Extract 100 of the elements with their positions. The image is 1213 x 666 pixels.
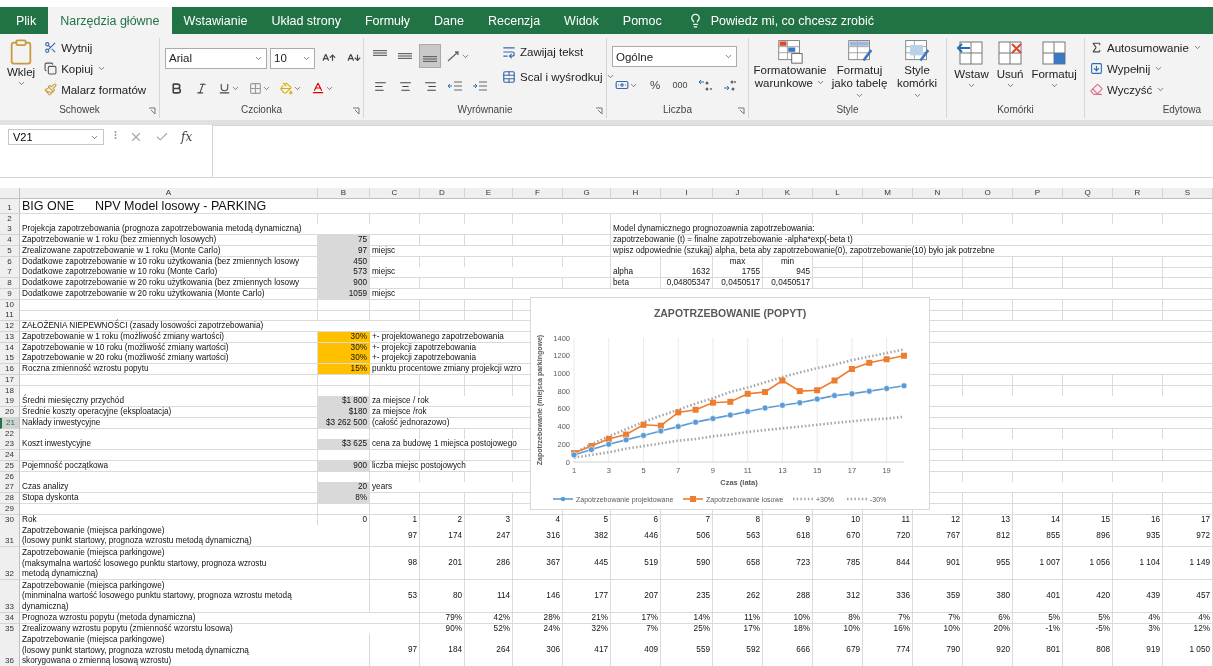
group-label: Czcionka	[240, 104, 283, 117]
group-label: Komórki	[997, 104, 1034, 117]
sheet-cell: Zapotrzebowanie w 1 roku (możliwość zmiany wartości)	[20, 331, 318, 343]
sheet-cell: 306	[513, 634, 563, 666]
sheet-cell: 563	[713, 525, 763, 548]
sheet-cell: Czas analizy	[20, 482, 318, 494]
sheet-cell: 288	[763, 580, 813, 613]
sheet-cell: 380	[963, 580, 1013, 613]
sheet-cell: Stopa dyskonta	[20, 493, 318, 505]
sheet-cell: 17%	[611, 612, 661, 624]
sheet-cell: 401	[1013, 580, 1063, 613]
sheet-cell: 679	[813, 634, 863, 666]
sheet-cell: Pojemność początkowa	[20, 460, 318, 472]
sheet-cell: Projekcja zapotrzebowania (prognoza zapotrzebowania metodą dynamiczną)	[20, 224, 611, 236]
sheet-cell: 592	[713, 634, 763, 666]
sheet-cell: 80	[420, 580, 465, 613]
sheet-cell: 519	[611, 547, 661, 580]
sheet-cell: 316	[513, 525, 563, 548]
sheet-cell: 146	[513, 580, 563, 613]
sheet-cell: 247	[465, 525, 513, 548]
sheet-cell: wpisz odpowiednie (szukaj) alpha, beta aby zapotrzebowanie(0), zapotrzebowanie(10) było jak potrzebne	[611, 245, 1213, 257]
sheet-cell: 7%	[913, 612, 963, 624]
sheet-cell: 723	[763, 547, 813, 580]
sheet-cell: Model dynamicznego prognozoawnia zapotrzebowania:	[611, 224, 1213, 236]
sheet-cell: 312	[813, 580, 863, 613]
sheet-cell: 264	[465, 634, 513, 666]
sheet-cell: 812	[963, 525, 1013, 548]
group-label: Wyrównanie	[457, 104, 513, 117]
sheet-cell: $3 262 500	[318, 417, 370, 429]
sheet-cell: 1 056	[1063, 547, 1113, 580]
sheet-cell: 896	[1063, 525, 1113, 548]
sheet-cell: 767	[913, 525, 963, 548]
sheet-cell: $3 625	[318, 439, 370, 451]
sheet-cell: Zapotrzebowanie (miejsca parkingowe) (minminalna wartość losowego punktu startowy, prognoza wzrostu metodą dynamiczną)	[20, 580, 370, 613]
sheet-cell: 720	[863, 525, 913, 548]
sheet-cell: 790	[913, 634, 963, 666]
sheet-cell: 201	[420, 547, 465, 580]
sheet-cell: 901	[913, 547, 963, 580]
sheet-cell: 409	[611, 634, 661, 666]
sheet-cell: 1 149	[1163, 547, 1213, 580]
sheet-cell: 1 050	[1163, 634, 1213, 666]
sheet-cell: 658	[713, 547, 763, 580]
sheet-cell: 935	[1113, 525, 1163, 548]
sheet-cell: 15%	[318, 364, 370, 376]
sheet-cell: 457	[1163, 580, 1213, 613]
chart-title: ZAPOTRZEBOWANIE (POPYT)	[653, 307, 807, 319]
sheet-cell: 30%	[318, 331, 370, 343]
group-label: Liczba	[663, 104, 692, 117]
sheet-cell: 559	[661, 634, 713, 666]
sheet-cell: 336	[863, 580, 913, 613]
sheet-cell: 446	[611, 525, 661, 548]
sheet-cell: 801	[1013, 634, 1063, 666]
sheet-cell: 844	[863, 547, 913, 580]
sheet-cell: 98	[370, 547, 420, 580]
sheet-cell: 670	[813, 525, 863, 548]
sheet-cell: 1059	[318, 288, 370, 300]
group-label: Style	[836, 104, 859, 117]
sheet-cell: 11%	[713, 612, 763, 624]
sheet-cell: 382	[563, 525, 611, 548]
sheet-cell: miejsc	[370, 245, 611, 257]
sheet-cell: Zapotrzebowanie (miejsca parkingowe) (losowy punkt startowy, prognoza wzrostu metodą dynamiczną skorygowana o zmienną losową wzrostu)	[20, 634, 370, 666]
sheet-cell: 75	[318, 235, 370, 247]
sheet-cell: 900	[318, 278, 370, 290]
sheet-cell: 774	[863, 634, 913, 666]
sheet-cell: 177	[563, 580, 611, 613]
sheet-cell: 14%	[661, 612, 713, 624]
sheet-cell: Zapotrzebowanie (miejsca parkingowe) (maksymalna wartość losowego punktu startowy, prognoza wzrostu metodą dynamiczną)	[20, 547, 370, 580]
sheet-cell: 367	[513, 547, 563, 580]
sheet-cell: 445	[563, 547, 611, 580]
sheet-cell: 8%	[813, 612, 863, 624]
sheet-cell: 955	[963, 547, 1013, 580]
sheet-cell: 4%	[1113, 612, 1163, 624]
sheet-cell: 8%	[318, 493, 370, 505]
sheet-cell: Rok	[20, 514, 318, 526]
sheet-cell: 97	[370, 525, 420, 548]
sheet-cell: 945	[763, 267, 813, 279]
sheet-cell: 666	[763, 634, 813, 666]
sheet-cell: 262	[713, 580, 763, 613]
sheet-cell: miejsc	[370, 267, 611, 279]
sheet-cell: 5%	[1063, 612, 1113, 624]
sheet-cell: 97	[318, 245, 370, 257]
sheet-cell: 439	[1113, 580, 1163, 613]
sheet-cell: 79%	[420, 612, 465, 624]
sheet-cell: 420	[1063, 580, 1113, 613]
sheet-cell: zapotrzebowanie (t) = finalne zapotrzebowanie -alpha*exp(-beta t)	[611, 235, 1213, 247]
sheet-cell: 590	[661, 547, 713, 580]
sheet-cell: Dodatkowe zapotrzebowanie w 20 roku użytkowania (Monte Carlo)	[20, 288, 318, 300]
sheet-cell: 114	[465, 580, 513, 613]
sheet-cell: 919	[1113, 634, 1163, 666]
sheet-cell: 4%	[1163, 612, 1213, 624]
sheet-cell: 286	[465, 547, 513, 580]
sheet-cell: 207	[611, 580, 661, 613]
sheet-cell: Roczna zmienność wzrostu popytu	[20, 364, 318, 376]
sheet-cell: Prognoza wzrostu popytu (metoda dynamiczna)	[20, 612, 420, 624]
sheet-cell: Zapotrzebowanie (miejsca parkingowe) (losowy punkt startowy, prognoza wzrostu metodą dynamiczną)	[20, 525, 370, 548]
sheet-cell: 7%	[863, 612, 913, 624]
sheet-cell: 53	[370, 580, 420, 613]
sheet-cell: 506	[661, 525, 713, 548]
sheet-cell: Zrealizowane zapotrzebowanie w 1 roku (Monte Carlo)	[20, 245, 318, 257]
sheet-cell: 174	[420, 525, 465, 548]
